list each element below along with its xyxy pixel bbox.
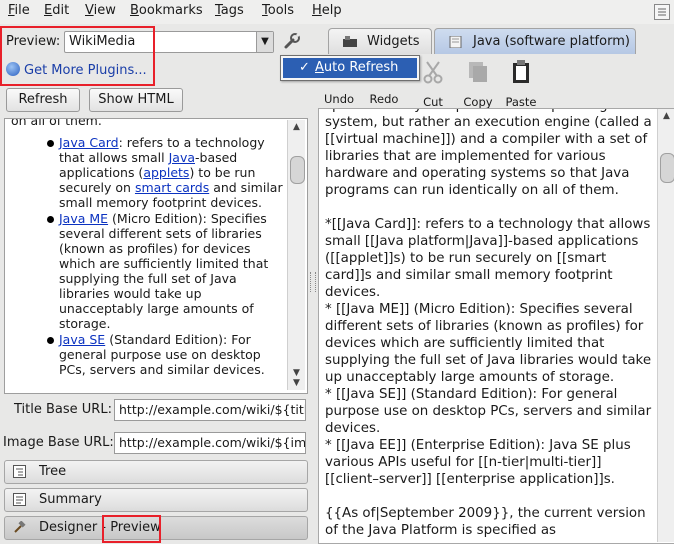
copy-label: Copy <box>463 95 493 109</box>
preview-options-menu: ✓ Auto Refresh <box>280 55 420 81</box>
menu-help[interactable]: Help <box>312 3 342 18</box>
checkmark-icon: ✓ <box>299 60 310 75</box>
summary-icon <box>13 493 26 506</box>
tree-icon <box>13 465 26 478</box>
copy-button[interactable]: Copy <box>462 60 494 109</box>
menu-view[interactable]: View <box>85 3 116 18</box>
rendered-preview-pane[interactable]: on all of them. Java Card: refers to a t… <box>4 118 308 394</box>
window-menu-icon[interactable] <box>654 4 670 20</box>
menu-bookmarks[interactable]: Bookmarks <box>130 3 203 18</box>
pane-splitter-handle[interactable] <box>310 272 316 292</box>
title-base-url-input[interactable]: http://example.com/wiki/${titl <box>114 399 306 421</box>
editor-paragraph: {{As of|September 2009}}, the current ve… <box>325 506 646 538</box>
wrench-icon[interactable] <box>282 31 302 51</box>
menu-tags[interactable]: Tags <box>215 3 244 18</box>
smart-cards-link[interactable]: smart cards <box>135 180 209 195</box>
scroll-up-icon[interactable]: ▲ <box>660 111 673 122</box>
tab-widgets-label: Widgets <box>367 34 420 49</box>
editor-scrollbar[interactable]: ▲ <box>657 109 674 542</box>
editor-paragraph: *[[Java Card]]: refers to a technology t… <box>325 217 652 487</box>
tree-panel-label: Tree <box>39 464 67 479</box>
undo-label: Undo <box>324 92 355 106</box>
chevron-down-icon[interactable]: ▼ <box>256 32 273 52</box>
cut-button[interactable]: Cut <box>418 60 448 109</box>
menu-file[interactable]: File <box>8 3 30 18</box>
preview-scrollbar[interactable]: ▲ ▼ ▼ <box>287 120 305 390</box>
editor-paragraph: specific to any one processor or operati… <box>325 109 652 198</box>
preview-fragment: on all of them. <box>11 118 102 128</box>
image-base-url-label: Image Base URL: <box>3 435 114 450</box>
java-card-link[interactable]: Java Card <box>59 135 119 150</box>
scroll-up-icon[interactable]: ▲ <box>290 122 303 133</box>
tab-java-label: Java (software platform) <box>473 34 630 49</box>
scroll-down-icon[interactable]: ▼ <box>290 378 303 389</box>
title-base-url-label: Title Base URL: <box>14 402 112 417</box>
page-icon <box>449 36 462 48</box>
image-base-url-input[interactable]: http://example.com/wiki/${ima <box>114 432 306 454</box>
scissors-icon <box>423 61 443 84</box>
paste-button[interactable]: Paste <box>504 60 538 109</box>
summary-panel-label: Summary <box>39 492 102 507</box>
cut-label: Cut <box>423 95 443 109</box>
rendered-preview-content: on all of them. Java Card: refers to a t… <box>11 118 283 377</box>
auto-refresh-label: Auto Refresh <box>315 60 399 75</box>
editor-text: specific to any one processor or operati… <box>325 109 657 543</box>
highlight-box <box>0 26 155 86</box>
copy-icon <box>469 62 487 82</box>
java-me-link[interactable]: Java ME <box>59 211 108 226</box>
show-html-button[interactable]: Show HTML <box>89 88 183 112</box>
tab-java-software-platform[interactable]: Java (software platform) <box>434 28 636 55</box>
menu-tools[interactable]: Tools <box>262 3 294 18</box>
java-se-link[interactable]: Java SE <box>59 332 105 347</box>
java-link[interactable]: Java <box>169 150 195 165</box>
list-item: Java SE (Standard Edition): For general … <box>47 332 283 377</box>
scrollbar-thumb[interactable] <box>660 153 674 183</box>
scrollbar-thumb[interactable] <box>290 156 305 184</box>
wiki-source-editor[interactable]: specific to any one processor or operati… <box>318 108 674 544</box>
redo-label: Redo <box>369 92 399 106</box>
list-text: (Micro Edition): Specifies several diffe… <box>59 211 269 331</box>
list-item: Java ME (Micro Edition): Specifies sever… <box>47 211 283 331</box>
summary-panel-header[interactable]: Summary <box>4 488 308 512</box>
clipboard-icon <box>513 60 529 83</box>
refresh-button[interactable]: Refresh <box>6 88 80 112</box>
auto-refresh-menu-item[interactable]: ✓ Auto Refresh <box>283 58 417 78</box>
widgets-icon <box>343 36 357 47</box>
paste-label: Paste <box>505 95 537 109</box>
highlight-box <box>102 515 161 543</box>
preview-list: Java Card: refers to a technology that a… <box>11 135 283 377</box>
tab-widgets[interactable]: Widgets <box>328 28 432 55</box>
list-item: Java Card: refers to a technology that a… <box>47 135 283 210</box>
hammer-icon <box>14 521 26 533</box>
menu-bar: File Edit View Bookmarks Tags Tools Help <box>0 0 674 24</box>
applets-link[interactable]: applets <box>143 165 189 180</box>
tree-panel-header[interactable]: Tree <box>4 460 308 484</box>
menu-edit[interactable]: Edit <box>44 3 69 18</box>
